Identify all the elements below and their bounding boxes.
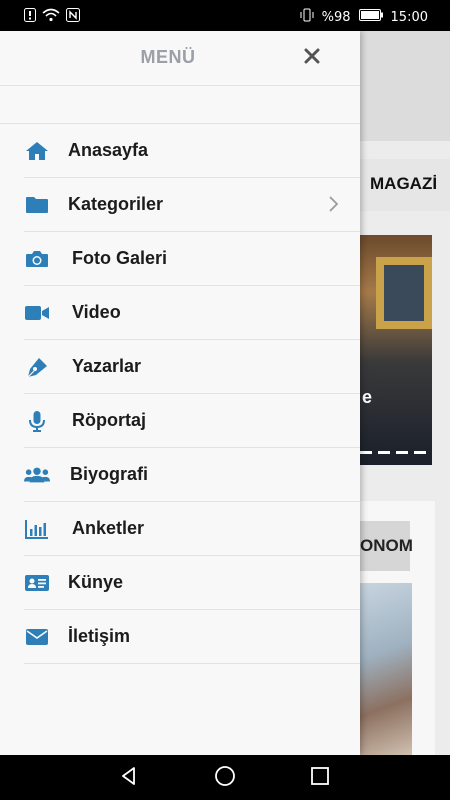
menu-item-iletisim[interactable]: İletişim [24,610,360,664]
folder-icon [24,194,50,216]
id-card-icon [24,572,50,594]
background-header [360,31,450,141]
navigation-drawer: MENÜ Anasayfa Kategoriler Foto Galeri Vi… [0,31,360,755]
background-card-label: ONOM [360,536,413,555]
background-content: MAGAZİ e ONOM [360,31,450,755]
background-category-label: MAGAZİ [370,174,438,193]
envelope-icon [24,626,50,648]
status-bar: %98 15:00 [0,0,450,31]
recents-square-icon [310,766,330,791]
menu-item-label: Biyografi [70,464,149,484]
menu-item-label: Video [72,302,121,322]
home-icon [24,140,50,162]
menu-item-anketler[interactable]: Anketler [24,502,360,556]
menu-item-label: Kategoriler [68,194,164,214]
clock: 15:00 [390,9,428,25]
menu-item-label: Anketler [72,518,145,538]
battery-percent: %98 [321,9,351,25]
menu-item-label: Yazarlar [72,356,142,376]
menu-item-yazarlar[interactable]: Yazarlar [24,340,360,394]
system-navigation-bar [0,755,450,800]
drawer-header: MENÜ [0,31,360,86]
vibrate-icon [300,8,314,26]
menu-item-biyografi[interactable]: Biyografi [24,448,360,502]
home-circle-icon [214,765,236,792]
close-icon [304,48,320,69]
menu-item-roportaj[interactable]: Röportaj [24,394,360,448]
menu-item-label: Anasayfa [68,140,149,160]
camera-icon [24,248,50,270]
menu-title: MENÜ [140,47,196,67]
background-photo-caption: e [362,387,373,407]
menu-item-kategoriler[interactable]: Kategoriler [24,178,360,232]
chevron-right-icon [328,196,339,217]
pen-icon [24,356,50,378]
menu-item-label: Röportaj [72,410,146,430]
menu-item-video[interactable]: Video [24,286,360,340]
close-button[interactable] [299,45,325,71]
nfc-icon [66,8,80,26]
wifi-icon [42,8,60,26]
menu-item-label: Künye [68,572,124,592]
battery-icon [358,9,383,25]
back-triangle-icon [119,766,139,791]
background-card-photo[interactable] [360,583,412,755]
menu-item-label: İletişim [68,626,131,646]
microphone-icon [24,410,50,432]
menu-item-foto-galeri[interactable]: Foto Galeri [24,232,360,286]
background-news-photo[interactable]: e [360,235,432,465]
back-button[interactable] [117,766,141,790]
users-icon [24,464,50,486]
menu-item-kunye[interactable]: Künye [24,556,360,610]
menu-item-label: Foto Galeri [72,248,168,268]
video-camera-icon [24,302,50,324]
home-button[interactable] [213,765,237,792]
bar-chart-icon [24,518,50,540]
menu-list: Anasayfa Kategoriler Foto Galeri Video Y… [0,124,360,664]
recents-button[interactable] [308,766,332,790]
slider-indicator [360,451,426,454]
sim-alert-icon [24,8,36,26]
menu-item-anasayfa[interactable]: Anasayfa [24,124,360,178]
